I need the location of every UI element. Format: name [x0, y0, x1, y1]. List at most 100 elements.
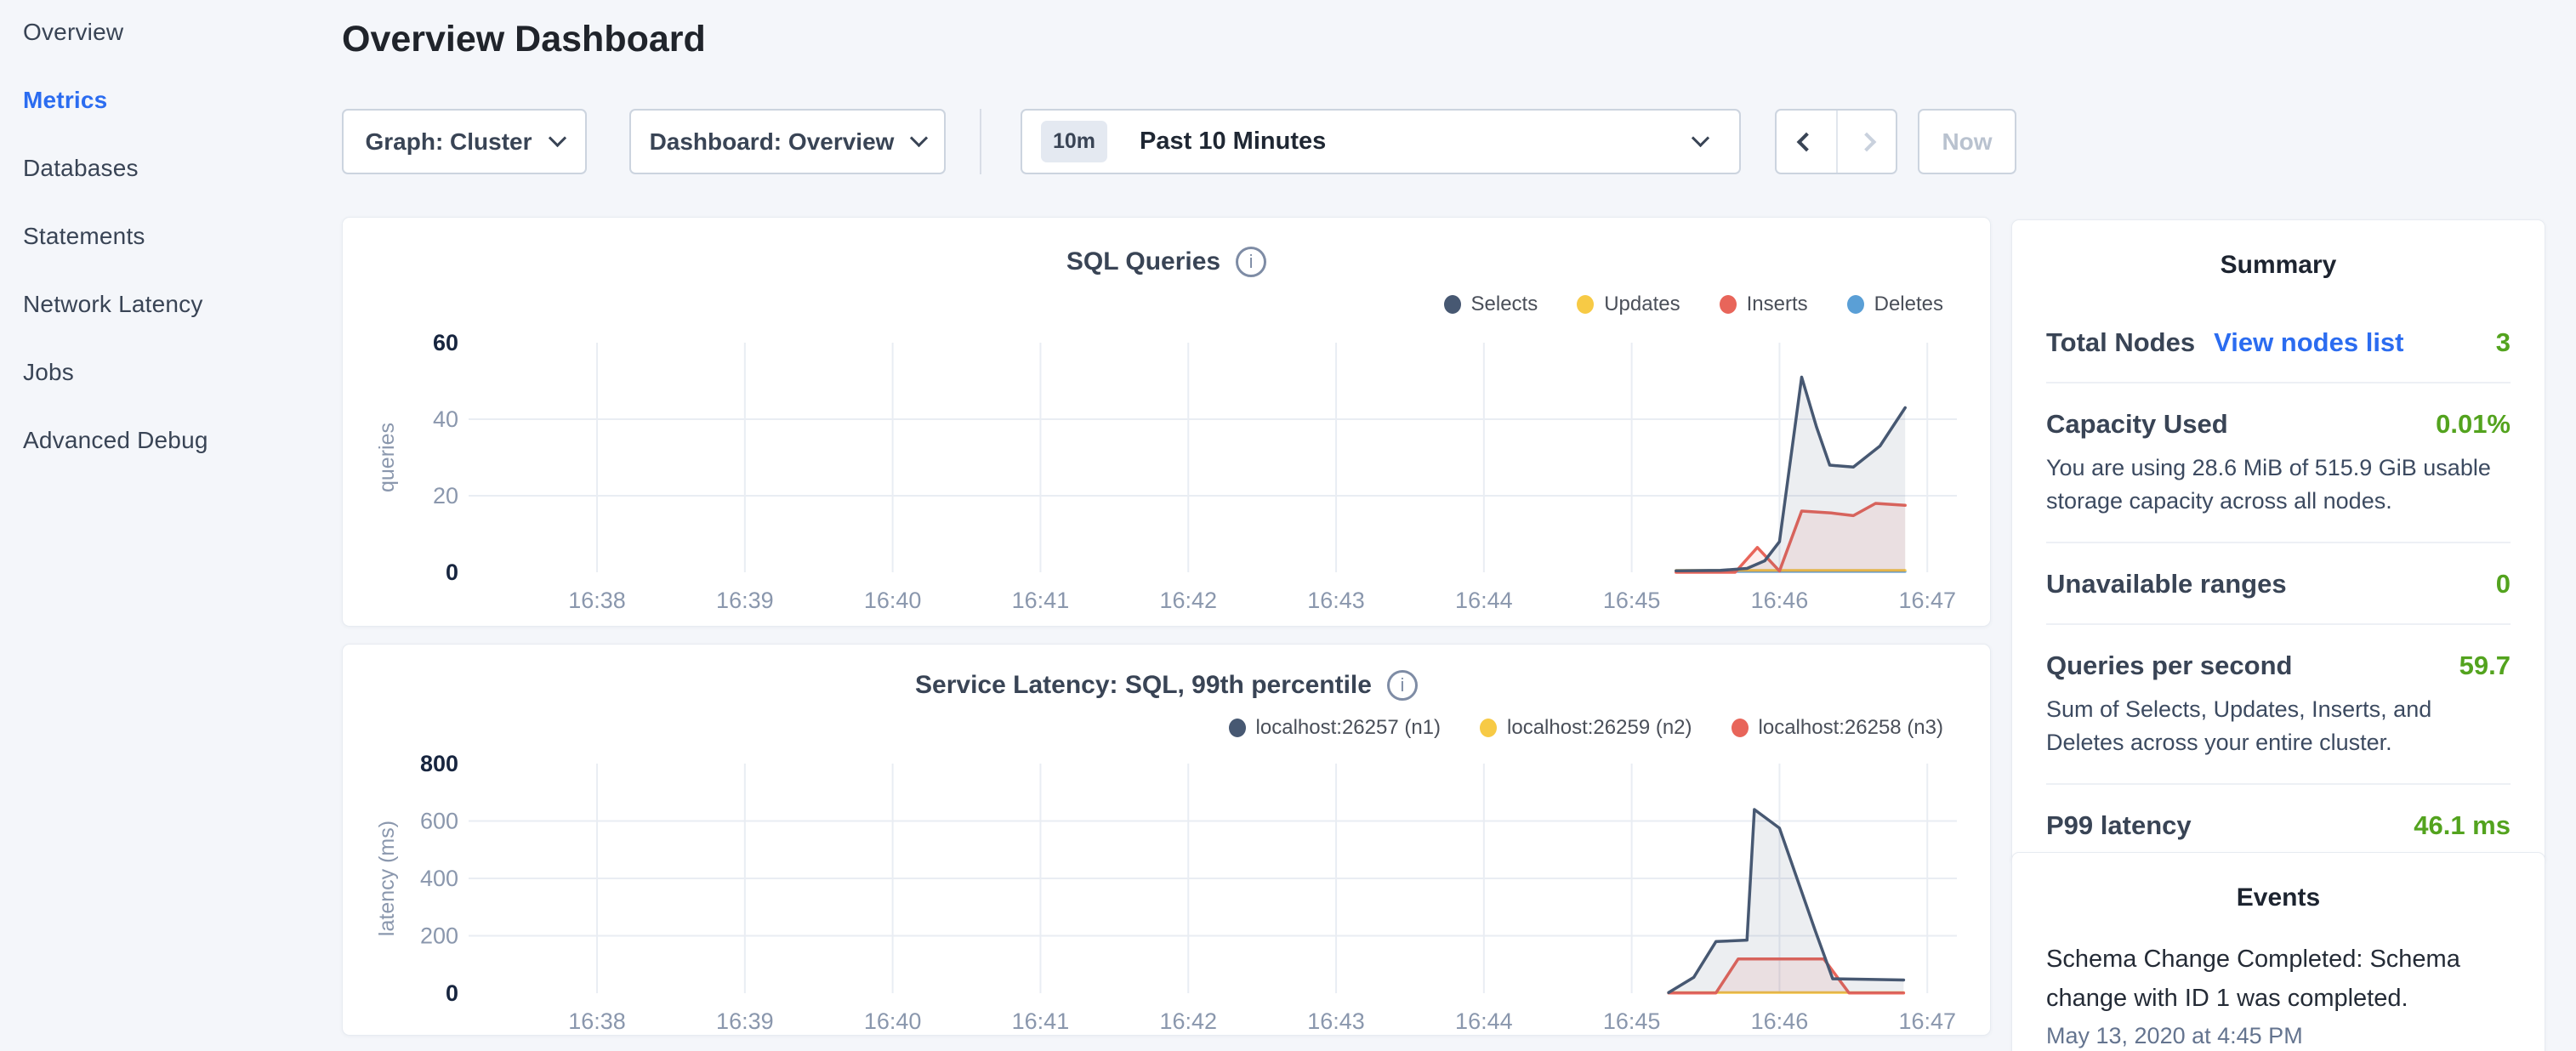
dashboard-dropdown[interactable]: Dashboard: Overview: [629, 109, 946, 174]
sql-queries-title: SQL Queries: [1066, 247, 1220, 276]
page-title: Overview Dashboard: [342, 19, 706, 60]
controls-divider: [980, 109, 981, 174]
dashboard-dropdown-label: Dashboard: Overview: [650, 128, 895, 156]
service-latency-card: Service Latency: SQL, 99th percentile i …: [342, 644, 1991, 1036]
svg-text:16:44: 16:44: [1455, 588, 1513, 613]
graph-dropdown-label: Graph: Cluster: [365, 128, 532, 156]
sql-queries-card: SQL Queries i Selects Updates Inserts De…: [342, 217, 1991, 627]
svg-text:600: 600: [420, 809, 458, 834]
inserts-dot: [1720, 295, 1737, 314]
chevron-down-icon: [548, 129, 566, 147]
summary-value: 0.01%: [2436, 409, 2511, 440]
summary-desc: Sum of Selects, Updates, Inserts, and De…: [2046, 693, 2511, 759]
info-icon[interactable]: i: [1236, 247, 1266, 277]
svg-text:latency (ms): latency (ms): [375, 821, 399, 936]
summary-label: Capacity Used: [2046, 409, 2228, 440]
view-nodes-list-link[interactable]: View nodes list: [2214, 327, 2403, 358]
svg-text:queries: queries: [375, 423, 399, 492]
legend-label: localhost:26258 (n3): [1759, 716, 1943, 740]
svg-text:16:46: 16:46: [1751, 588, 1809, 613]
summary-row-capacity-used: Capacity Used 0.01% You are using 28.6 M…: [2046, 383, 2511, 543]
service-latency-legend: localhost:26257 (n1) localhost:26259 (n2…: [343, 714, 1943, 741]
svg-text:16:42: 16:42: [1159, 588, 1217, 613]
svg-text:20: 20: [433, 483, 458, 508]
legend-item-n3: localhost:26258 (n3): [1732, 716, 1943, 740]
summary-label: P99 latency: [2046, 810, 2192, 841]
legend-label: Updates: [1604, 293, 1680, 316]
summary-value: 0: [2496, 569, 2511, 599]
summary-value: 46.1 ms: [2414, 810, 2511, 841]
time-prev-button[interactable]: [1777, 111, 1836, 173]
svg-text:16:45: 16:45: [1603, 588, 1661, 613]
sidebar-item-jobs[interactable]: Jobs: [23, 359, 74, 386]
legend-label: Selects: [1471, 293, 1538, 316]
legend-label: localhost:26259 (n2): [1507, 716, 1692, 740]
svg-text:16:38: 16:38: [568, 1008, 626, 1034]
summary-value: 3: [2496, 327, 2511, 358]
sidebar-item-metrics[interactable]: Metrics: [23, 87, 107, 114]
legend-item-updates: Updates: [1577, 293, 1680, 316]
svg-text:16:43: 16:43: [1307, 588, 1365, 613]
legend-item-inserts: Inserts: [1720, 293, 1808, 316]
svg-text:16:47: 16:47: [1898, 588, 1956, 613]
controls-bar: Graph: Cluster Dashboard: Overview 10m P…: [342, 109, 1991, 174]
svg-text:16:46: 16:46: [1751, 1008, 1809, 1034]
chevron-down-icon: [910, 129, 928, 147]
events-title: Events: [2046, 853, 2511, 912]
svg-text:60: 60: [433, 330, 458, 355]
now-button[interactable]: Now: [1918, 109, 2016, 174]
service-latency-title: Service Latency: SQL, 99th percentile: [915, 671, 1372, 700]
svg-text:16:38: 16:38: [568, 588, 626, 613]
chevron-right-icon: [1857, 132, 1877, 151]
svg-text:0: 0: [446, 980, 458, 1006]
summary-row-qps: Queries per second 59.7 Sum of Selects, …: [2046, 625, 2511, 785]
svg-text:16:39: 16:39: [716, 588, 774, 613]
chevron-down-icon: [1692, 129, 1709, 147]
events-panel: Events Schema Change Completed: Schema c…: [2011, 852, 2545, 1051]
sql-queries-chart[interactable]: 16:3816:3916:4016:4116:4216:4316:4416:45…: [364, 330, 1970, 623]
event-text: Schema Change Completed: Schema change w…: [2046, 940, 2511, 1018]
legend-item-selects: Selects: [1444, 293, 1538, 316]
summary-label: Unavailable ranges: [2046, 569, 2287, 599]
info-icon[interactable]: i: [1387, 670, 1418, 701]
updates-dot: [1577, 295, 1594, 314]
svg-text:16:44: 16:44: [1455, 1008, 1513, 1034]
sidebar-item-statements[interactable]: Statements: [23, 223, 145, 250]
deletes-dot: [1847, 295, 1864, 314]
summary-panel: Summary Total Nodes View nodes list 3 Ca…: [2011, 219, 2545, 866]
svg-text:40: 40: [433, 406, 458, 432]
chevron-left-icon: [1797, 132, 1817, 151]
legend-label: Inserts: [1747, 293, 1808, 316]
node2-dot: [1480, 719, 1497, 737]
summary-title: Summary: [2046, 220, 2511, 280]
summary-value: 59.7: [2459, 650, 2511, 681]
latency-chart[interactable]: 16:3816:3916:4016:4116:4216:4316:4416:45…: [364, 753, 1970, 1047]
svg-text:16:42: 16:42: [1159, 1008, 1217, 1034]
graph-dropdown[interactable]: Graph: Cluster: [342, 109, 587, 174]
time-range-label: Past 10 Minutes: [1140, 128, 1326, 156]
svg-text:16:43: 16:43: [1307, 1008, 1365, 1034]
node1-dot: [1229, 719, 1246, 737]
time-range-picker[interactable]: 10m Past 10 Minutes: [1021, 109, 1741, 174]
legend-label: localhost:26257 (n1): [1256, 716, 1441, 740]
time-range-badge: 10m: [1041, 121, 1107, 162]
sidebar: Overview Metrics Databases Statements Ne…: [0, 0, 340, 1051]
sidebar-item-databases[interactable]: Databases: [23, 155, 139, 182]
summary-label: Total Nodes: [2046, 327, 2195, 358]
selects-dot: [1444, 295, 1461, 314]
svg-text:16:40: 16:40: [864, 588, 922, 613]
legend-item-n2: localhost:26259 (n2): [1480, 716, 1692, 740]
summary-row-total-nodes: Total Nodes View nodes list 3: [2046, 302, 2511, 383]
summary-label: Queries per second: [2046, 650, 2292, 681]
svg-text:16:47: 16:47: [1898, 1008, 1956, 1034]
legend-item-n1: localhost:26257 (n1): [1229, 716, 1441, 740]
svg-text:200: 200: [420, 923, 458, 949]
sidebar-item-overview[interactable]: Overview: [23, 19, 123, 46]
legend-label: Deletes: [1874, 293, 1943, 316]
time-next-button[interactable]: [1836, 111, 1896, 173]
sidebar-item-advanced-debug[interactable]: Advanced Debug: [23, 427, 208, 454]
svg-text:0: 0: [446, 560, 458, 585]
sidebar-item-network-latency[interactable]: Network Latency: [23, 291, 203, 318]
event-date: May 13, 2020 at 4:45 PM: [2046, 1023, 2511, 1049]
node3-dot: [1732, 719, 1749, 737]
